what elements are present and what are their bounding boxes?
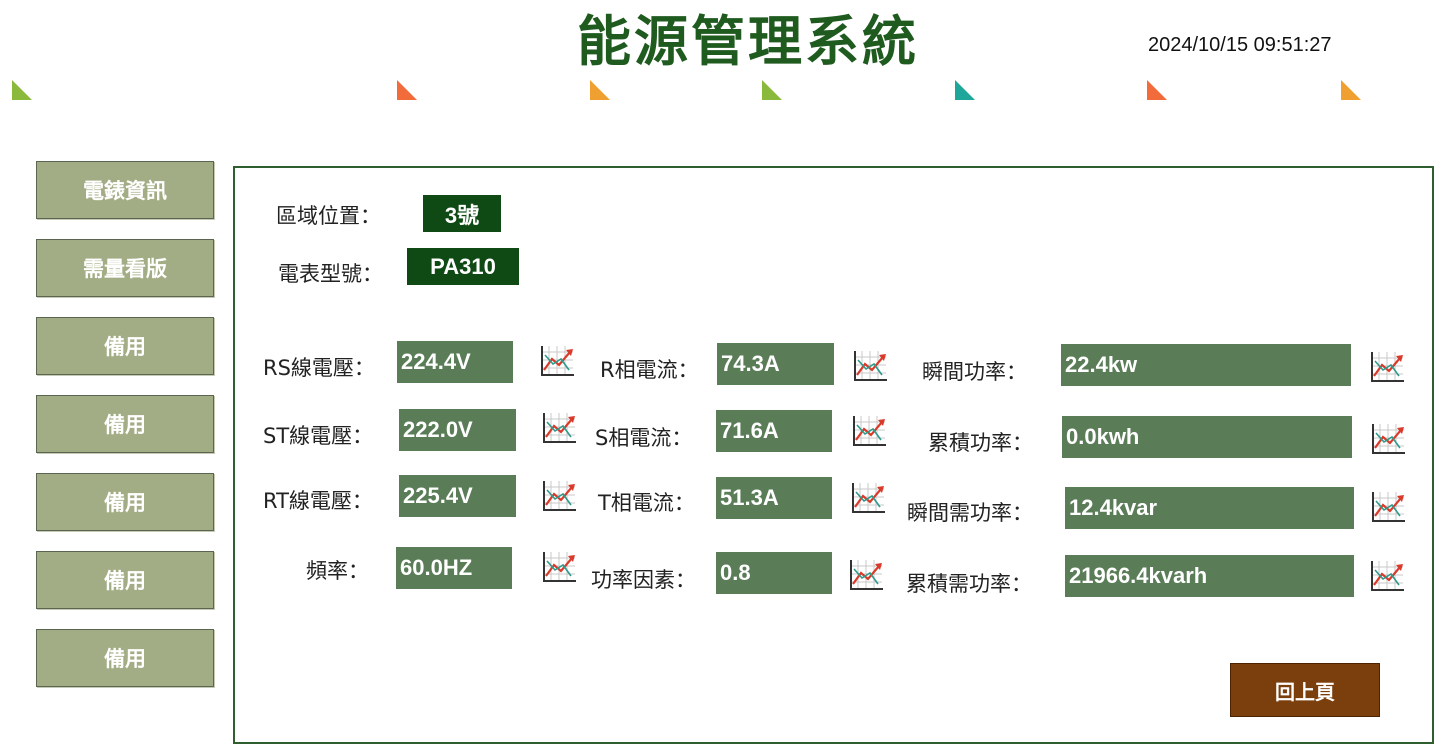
page-title: 能源管理系統	[577, 9, 919, 73]
instant-power-label: 瞬間功率：	[922, 360, 1027, 384]
t-current-label: T相電流：	[598, 491, 695, 515]
sidebar-item-spare-2[interactable]: 備用	[36, 395, 214, 453]
frequency-label: 頻率：	[306, 559, 369, 583]
datetime-display: 2024/10/15 09:51:27	[1148, 34, 1332, 56]
s-current-trend-icon[interactable]	[851, 414, 887, 448]
instant-demand-trend-icon[interactable]	[1370, 490, 1406, 524]
accumulated-demand-label: 累積需功率：	[906, 572, 1032, 596]
decor-triangle-6	[1147, 80, 1167, 100]
accumulated-demand-value: 21966.4kvarh	[1065, 555, 1354, 597]
sidebar-item-meter-info[interactable]: 電錶資訊	[36, 161, 214, 219]
power-factor-value: 0.8	[716, 552, 832, 594]
t-current-trend-icon[interactable]	[850, 481, 886, 515]
sidebar-item-demand-board[interactable]: 需量看版	[36, 239, 214, 297]
decor-triangle-1	[12, 80, 32, 100]
instant-demand-value: 12.4kvar	[1065, 487, 1354, 529]
sidebar-item-spare-5[interactable]: 備用	[36, 629, 214, 687]
decor-triangle-7	[1341, 80, 1361, 100]
st-voltage-label: ST線電壓：	[263, 424, 374, 448]
r-current-label: R相電流：	[600, 358, 699, 382]
rs-voltage-label: RS線電壓：	[263, 356, 375, 380]
rt-voltage-label: RT線電壓：	[263, 489, 373, 513]
accumulated-power-label: 累積功率：	[928, 431, 1033, 455]
st-voltage-value: 222.0V	[399, 409, 516, 451]
t-current-value: 51.3A	[716, 477, 832, 519]
power-factor-trend-icon[interactable]	[848, 558, 884, 592]
accumulated-power-trend-icon[interactable]	[1370, 422, 1406, 456]
instant-power-value: 22.4kw	[1061, 344, 1351, 386]
s-current-label: S相電流：	[595, 426, 693, 450]
sidebar-item-spare-4[interactable]: 備用	[36, 551, 214, 609]
st-voltage-trend-icon[interactable]	[541, 411, 577, 445]
decor-triangle-5	[955, 80, 975, 100]
rs-voltage-value: 224.4V	[397, 341, 513, 383]
area-label: 區域位置：	[276, 204, 381, 228]
rt-voltage-trend-icon[interactable]	[541, 479, 577, 513]
rt-voltage-value: 225.4V	[399, 475, 516, 517]
model-value: PA310	[407, 248, 519, 285]
sidebar-item-spare-1[interactable]: 備用	[36, 317, 214, 375]
accumulated-demand-trend-icon[interactable]	[1369, 559, 1405, 593]
rs-voltage-trend-icon[interactable]	[539, 344, 575, 378]
accumulated-power-value: 0.0kwh	[1062, 416, 1352, 458]
frequency-value: 60.0HZ	[396, 547, 512, 589]
power-factor-label: 功率因素：	[591, 568, 696, 592]
instant-power-trend-icon[interactable]	[1369, 350, 1405, 384]
decor-triangle-4	[762, 80, 782, 100]
r-current-trend-icon[interactable]	[852, 349, 888, 383]
back-button[interactable]: 回上頁	[1230, 663, 1380, 717]
decor-triangle-2	[397, 80, 417, 100]
r-current-value: 74.3A	[717, 343, 834, 385]
instant-demand-label: 瞬間需功率：	[907, 501, 1033, 525]
model-label: 電表型號：	[278, 262, 383, 286]
area-value: 3號	[423, 195, 501, 232]
sidebar-item-spare-3[interactable]: 備用	[36, 473, 214, 531]
frequency-trend-icon[interactable]	[541, 550, 577, 584]
s-current-value: 71.6A	[716, 410, 832, 452]
decor-triangle-3	[590, 80, 610, 100]
